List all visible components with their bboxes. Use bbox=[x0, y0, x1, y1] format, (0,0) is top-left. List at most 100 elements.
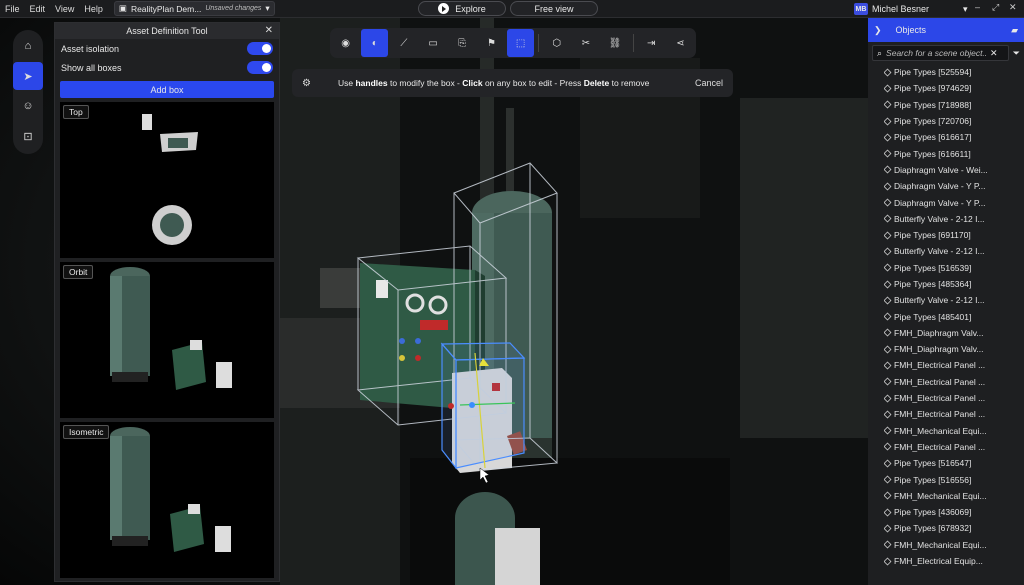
close-icon[interactable]: ✕ bbox=[1009, 2, 1017, 13]
object-label: Butterfly Valve - 2-12 I... bbox=[894, 246, 985, 257]
clear-icon[interactable]: ✕ bbox=[990, 48, 998, 59]
viewport-3d[interactable] bbox=[280, 18, 868, 585]
cube-icon bbox=[884, 459, 892, 468]
share-tool[interactable]: ⋖ bbox=[667, 29, 694, 57]
object-label: FMH_Diaphragm Valv... bbox=[894, 327, 984, 338]
cube-icon bbox=[884, 410, 892, 419]
list-item[interactable]: FMH_Mechanical Equi... bbox=[884, 423, 1024, 439]
contrast-tool[interactable]: ◐ bbox=[361, 29, 389, 57]
list-item[interactable]: Pipe Types [974629] bbox=[884, 80, 1024, 96]
folder-add-icon[interactable]: ▰ bbox=[1011, 25, 1018, 36]
cancel-button[interactable]: Cancel bbox=[695, 78, 723, 88]
cube-icon bbox=[884, 475, 892, 484]
list-item[interactable]: FMH_Electrical Panel ... bbox=[884, 406, 1024, 422]
list-item[interactable]: Pipe Types [616617] bbox=[884, 129, 1024, 145]
list-item[interactable]: Pipe Types [720706] bbox=[884, 113, 1024, 129]
user-menu[interactable]: MB Michel Besner ▾ bbox=[854, 0, 968, 18]
list-item[interactable]: Pipe Types [691170] bbox=[884, 227, 1024, 243]
list-item[interactable]: FMH_Mechanical Equi... bbox=[884, 488, 1024, 504]
list-item[interactable]: FMH_Diaphragm Valv... bbox=[884, 325, 1024, 341]
list-item[interactable]: FMH_Electrical Panel ... bbox=[884, 357, 1024, 373]
play-icon bbox=[438, 3, 450, 14]
person-icon: ☺ bbox=[22, 100, 34, 112]
list-item[interactable]: Butterfly Valve - 2-12 I... bbox=[884, 292, 1024, 308]
import-tool[interactable]: ⎘ bbox=[449, 29, 476, 57]
cube-icon bbox=[884, 377, 892, 386]
object-label: Pipe Types [516556] bbox=[894, 474, 972, 485]
asset-isolation-toggle[interactable] bbox=[247, 42, 273, 55]
instruction-text: Use handles to modify the box - Click on… bbox=[338, 78, 650, 88]
home-button[interactable]: ⌂ bbox=[13, 32, 43, 60]
list-item[interactable]: Pipe Types [516556] bbox=[884, 471, 1024, 487]
objects-header: ❯ Objects ▰ bbox=[868, 18, 1024, 42]
list-item[interactable]: Diaphragm Valve - Y P... bbox=[884, 194, 1024, 210]
list-item[interactable]: FMH_Electrical Panel ... bbox=[884, 439, 1024, 455]
navigate-button[interactable]: ➤ bbox=[13, 62, 43, 90]
list-item[interactable]: FMH_Diaphragm Valv... bbox=[884, 341, 1024, 357]
close-icon[interactable]: ✕ bbox=[265, 25, 273, 36]
list-item[interactable]: Butterfly Valve - 2-12 I... bbox=[884, 243, 1024, 259]
top-view[interactable]: Top bbox=[60, 102, 274, 258]
menu-edit[interactable]: Edit bbox=[25, 4, 51, 14]
list-item[interactable]: Pipe Types [485401] bbox=[884, 308, 1024, 324]
cube-icon bbox=[884, 312, 892, 321]
object-search-row: ⌕ ✕ ⏷ bbox=[868, 42, 1024, 64]
show-all-boxes-label: Show all boxes bbox=[61, 62, 122, 73]
unsaved-status: Unsaved changes bbox=[205, 5, 262, 12]
chevron-right-icon[interactable]: ❯ bbox=[874, 25, 882, 36]
list-item[interactable]: Pipe Types [616611] bbox=[884, 145, 1024, 161]
list-item[interactable]: Pipe Types [516539] bbox=[884, 260, 1024, 276]
orbit-view[interactable]: Orbit bbox=[60, 262, 274, 418]
vr-button[interactable]: ⊡ bbox=[13, 122, 43, 150]
add-box-button[interactable]: Add box bbox=[60, 81, 274, 98]
list-item[interactable]: FMH_Mechanical Equi... bbox=[884, 537, 1024, 553]
list-item[interactable]: Pipe Types [718988] bbox=[884, 97, 1024, 113]
filter-icon[interactable]: ⏷ bbox=[1013, 48, 1020, 59]
restore-icon[interactable]: ⤢ bbox=[992, 2, 999, 13]
chevron-down-icon[interactable]: ▾ bbox=[265, 3, 269, 14]
minimize-icon[interactable]: – bbox=[975, 2, 980, 12]
link-tool[interactable]: ⛓ bbox=[602, 29, 629, 57]
list-item[interactable]: Diaphragm Valve - Y P... bbox=[884, 178, 1024, 194]
measure-tool[interactable]: ⟋ bbox=[390, 29, 417, 57]
menu-file[interactable]: File bbox=[0, 4, 25, 14]
cube-icon bbox=[884, 68, 892, 77]
list-item[interactable]: Pipe Types [525594] bbox=[884, 64, 1024, 80]
object-label: Pipe Types [525594] bbox=[894, 67, 972, 78]
explore-button[interactable]: Explore bbox=[418, 1, 506, 16]
view-label-orbit: Orbit bbox=[63, 265, 94, 279]
objects-title: Objects bbox=[895, 25, 927, 35]
walk-button[interactable]: ☺ bbox=[13, 92, 43, 120]
object-label: FMH_Electrical Panel ... bbox=[894, 376, 986, 387]
list-item[interactable]: FMH_Electrical Panel ... bbox=[884, 374, 1024, 390]
menu-help[interactable]: Help bbox=[79, 4, 108, 14]
list-item[interactable]: Diaphragm Valve - Wei... bbox=[884, 162, 1024, 178]
list-item[interactable]: FMH_Electrical Equip... bbox=[884, 553, 1024, 569]
cut-tool[interactable]: ✂ bbox=[572, 29, 599, 57]
viewport-toolbar: ◉ ◐ ⟋ ▭ ⎘ ⚑ ⬚ ⬡ ✂ ⛓ ⇥ ⋖ bbox=[330, 28, 696, 58]
cube-tool[interactable]: ⬡ bbox=[543, 29, 570, 57]
object-search-input[interactable] bbox=[886, 48, 987, 58]
orbit-view-drawing bbox=[110, 267, 232, 390]
asset-box-tool[interactable]: ⬚ bbox=[507, 29, 535, 57]
list-item[interactable]: FMH_Electrical Panel ... bbox=[884, 390, 1024, 406]
comment-icon: ▭ bbox=[428, 37, 438, 49]
export-tool[interactable]: ⇥ bbox=[638, 29, 665, 57]
list-item[interactable]: Pipe Types [678932] bbox=[884, 520, 1024, 536]
show-all-boxes-toggle[interactable] bbox=[247, 61, 273, 74]
menu-view[interactable]: View bbox=[50, 4, 79, 14]
document-tab[interactable]: ▣ RealityPlan Dem... Unsaved changes ▾ bbox=[113, 1, 275, 16]
list-item[interactable]: Pipe Types [436069] bbox=[884, 504, 1024, 520]
cube-icon bbox=[884, 231, 892, 240]
cube-icon bbox=[884, 165, 892, 174]
cube-icon bbox=[884, 149, 892, 158]
list-item[interactable]: Pipe Types [516547] bbox=[884, 455, 1024, 471]
layers-tool[interactable]: ⚑ bbox=[478, 29, 505, 57]
panel-title: Asset Definition Tool bbox=[126, 26, 208, 36]
visibility-tool[interactable]: ◉ bbox=[332, 29, 359, 57]
isometric-view[interactable]: Isometric bbox=[60, 422, 274, 578]
list-item[interactable]: Pipe Types [485364] bbox=[884, 276, 1024, 292]
free-view-button[interactable]: Free view bbox=[510, 1, 598, 16]
list-item[interactable]: Butterfly Valve - 2-12 I... bbox=[884, 211, 1024, 227]
comment-tool[interactable]: ▭ bbox=[420, 29, 447, 57]
